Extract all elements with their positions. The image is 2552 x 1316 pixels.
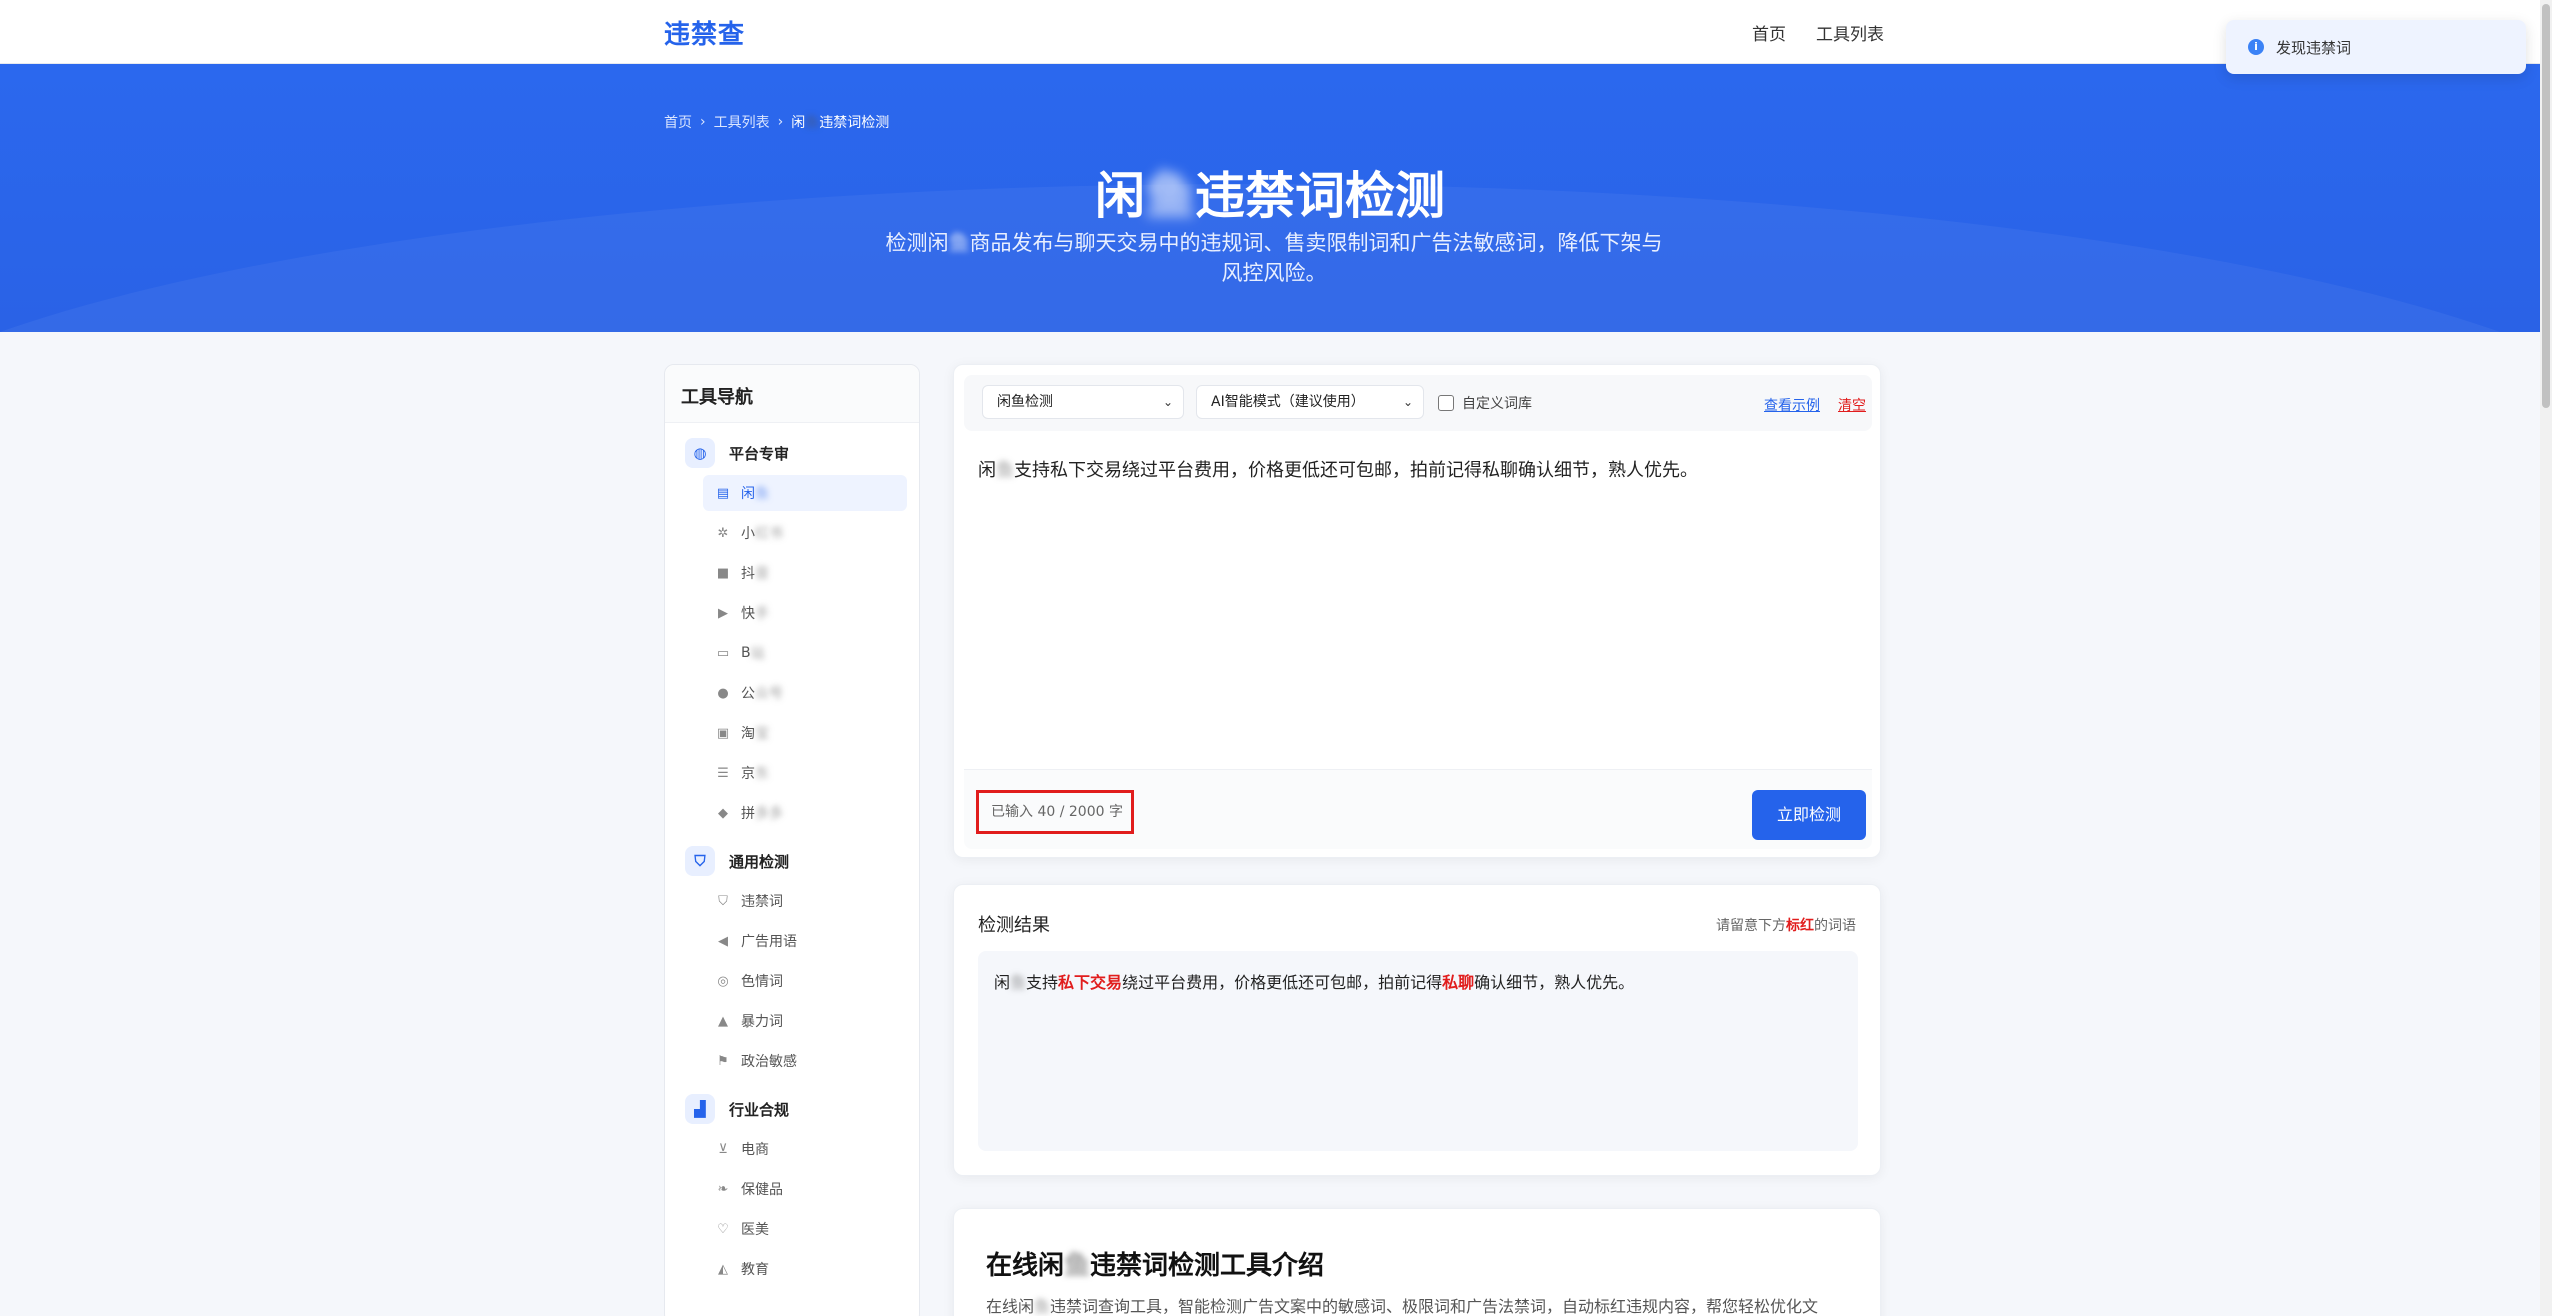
sidebar-item-education[interactable]: ◭ 教育 [703,1251,907,1287]
cart-icon: ⊻ [718,1141,728,1157]
chevron-right-icon: › [777,114,784,130]
tool-sidebar: 工具导航 ◍ 平台专审 ▤ 闲鱼 ✲ 小红书 ■ 抖音 ▶ 快手 ▭ B 站 ● 公众号 ▣ 淘… [664,364,920,1316]
nav-tools-link[interactable]: 工具列表 [1816,20,1884,45]
custom-lexicon-toggle[interactable]: 自定义词库 [1438,393,1532,413]
list-icon: ☰ [717,765,729,781]
breadcrumb-home[interactable]: 首页 [664,112,692,132]
mode-select[interactable]: AI智能模式（建议使用） ⌄ [1196,385,1424,419]
page-scrollbar[interactable] [2540,0,2552,1316]
asterisk-icon: ✲ [717,525,729,541]
top-nav: 违禁查 首页 工具列表 [0,0,2552,64]
intro-card: 在线闲鱼违禁词检测工具介绍 在线闲鱼违禁词查询工具，智能检测广告文案中的敏感词、… [953,1208,1881,1316]
eye-slash-icon: ◎ [717,973,729,989]
bag-icon: ▣ [716,725,730,741]
sidebar-item-wechat[interactable]: ● 公众号 [703,675,907,711]
view-example-link[interactable]: 查看示例 [1764,395,1820,415]
sidebar-item-ecommerce[interactable]: ⊻ 电商 [703,1131,907,1167]
toast-notification: i 发现违禁词 [2226,20,2526,74]
breadcrumb-tools[interactable]: 工具列表 [714,112,770,132]
sidebar-item-ad-terms[interactable]: ◀ 广告用语 [703,923,907,959]
leaf-icon: ❧ [717,1181,729,1197]
group-industry: ▟ 行业合规 [665,1089,919,1129]
result-card: 检测结果 请留意下方标红的词语 闲鱼支持私下交易绕过平台费用，价格更低还可包邮，… [953,884,1881,1176]
sidebar-item-kuaishou[interactable]: ▶ 快手 [703,595,907,631]
nav-home-link[interactable]: 首页 [1752,20,1786,45]
sidebar-item-banned-words[interactable]: ⛉ 违禁词 [703,883,907,919]
intro-text: 在线闲鱼违禁词查询工具，智能检测广告文案中的敏感词、极限词和广告法禁词，自动标红… [986,1297,1819,1316]
clear-link[interactable]: 清空 [1838,395,1866,415]
editor-footer: 已输入 40 / 2000 字 立即检测 [964,769,1872,849]
info-icon: i [2248,39,2264,55]
shield-icon: ⛉ [718,893,728,909]
editor-card: 闲鱼检测 ⌄ AI智能模式（建议使用） ⌄ 自定义词库 查看示例 清空 闲鱼支持… [953,364,1881,858]
sidebar-item-violence-words[interactable]: ▲ 暴力词 [703,1003,907,1039]
highlighted-word: 私聊 [1442,973,1475,992]
megaphone-icon: ◀ [718,933,728,949]
heart-icon: ♡ [717,1221,729,1237]
play-icon: ▶ [718,605,728,621]
highlighted-word: 私下交易 [1058,973,1123,992]
breadcrumb: 首页 › 工具列表 › 闲鱼违禁词检测 [664,112,889,132]
intro-title: 在线闲鱼违禁词检测工具介绍 [986,1251,1325,1281]
sidebar-item-jd[interactable]: ☰ 京东 [703,755,907,791]
char-counter: 已输入 40 / 2000 字 [976,790,1134,834]
result-content: 闲鱼支持私下交易绕过平台费用，价格更低还可包邮，拍前记得私聊确认细节，熟人优先。 [978,951,1858,1151]
sidebar-item-medical-beauty[interactable]: ♡ 医美 [703,1211,907,1247]
platform-select[interactable]: 闲鱼检测 ⌄ [982,385,1184,419]
sidebar-item-douyin[interactable]: ■ 抖音 [703,555,907,591]
group-general: ⛉ 通用检测 [665,841,919,881]
sidebar-item-political[interactable]: ⚑ 政治敏感 [703,1043,907,1079]
breadcrumb-current: 闲鱼违禁词检测 [791,115,890,131]
sidebar-item-xiaohongshu[interactable]: ✲ 小红书 [703,515,907,551]
warning-icon: ▲ [718,1013,728,1029]
chevron-right-icon: › [700,114,706,130]
editor-toolbar: 闲鱼检测 ⌄ AI智能模式（建议使用） ⌄ 自定义词库 查看示例 清空 [964,375,1872,431]
page-title: 闲鱼违禁词检测 [1095,167,1445,225]
shield-icon: ⛉ [685,846,715,876]
result-hint: 请留意下方标红的词语 [1716,918,1856,934]
sidebar-item-porn-words[interactable]: ◎ 色情词 [703,963,907,999]
factory-icon: ▟ [685,1094,715,1124]
sidebar-item-taobao[interactable]: ▣ 淘宝 [703,715,907,751]
flag-icon: ⚑ [717,1053,729,1069]
graduation-cap-icon: ◭ [718,1261,728,1277]
detect-button[interactable]: 立即检测 [1752,790,1866,840]
chat-icon: ● [717,685,729,701]
result-title: 检测结果 [978,915,1050,936]
content-textarea[interactable]: 闲鱼支持私下交易绕过平台费用，价格更低还可包邮，拍前记得私聊确认细节，熟人优先。 [978,457,1858,485]
sidebar-item-bilibili[interactable]: ▭ B 站 [703,635,907,671]
scrollbar-thumb[interactable] [2542,4,2550,408]
group-platform: ◍ 平台专审 [665,433,919,473]
sidebar-item-xianyu[interactable]: ▤ 闲鱼 [703,475,907,511]
globe-icon: ◍ [685,438,715,468]
tag-icon: ◆ [718,805,728,821]
hero-banner: 首页 › 工具列表 › 闲鱼违禁词检测 闲鱼违禁词检测 检测闲鱼商品发布与聊天交… [0,64,2540,332]
chevron-down-icon: ⌄ [1402,395,1413,409]
tv-icon: ▭ [716,645,730,661]
sidebar-item-pinduoduo[interactable]: ◆ 拼多多 [703,795,907,831]
video-icon: ■ [716,565,730,581]
shop-icon: ▤ [716,485,730,501]
custom-lexicon-checkbox[interactable] [1438,395,1454,411]
page-subtitle: 检测闲鱼商品发布与聊天交易中的违规词、售卖限制词和广告法敏感词，降低下架与风控风… [885,231,1663,285]
sidebar-item-health-products[interactable]: ❧ 保健品 [703,1171,907,1207]
toast-text: 发现违禁词 [2276,38,2352,57]
chevron-down-icon: ⌄ [1162,395,1173,409]
site-logo[interactable]: 违禁查 [664,14,745,51]
sidebar-title: 工具导航 [665,365,919,423]
